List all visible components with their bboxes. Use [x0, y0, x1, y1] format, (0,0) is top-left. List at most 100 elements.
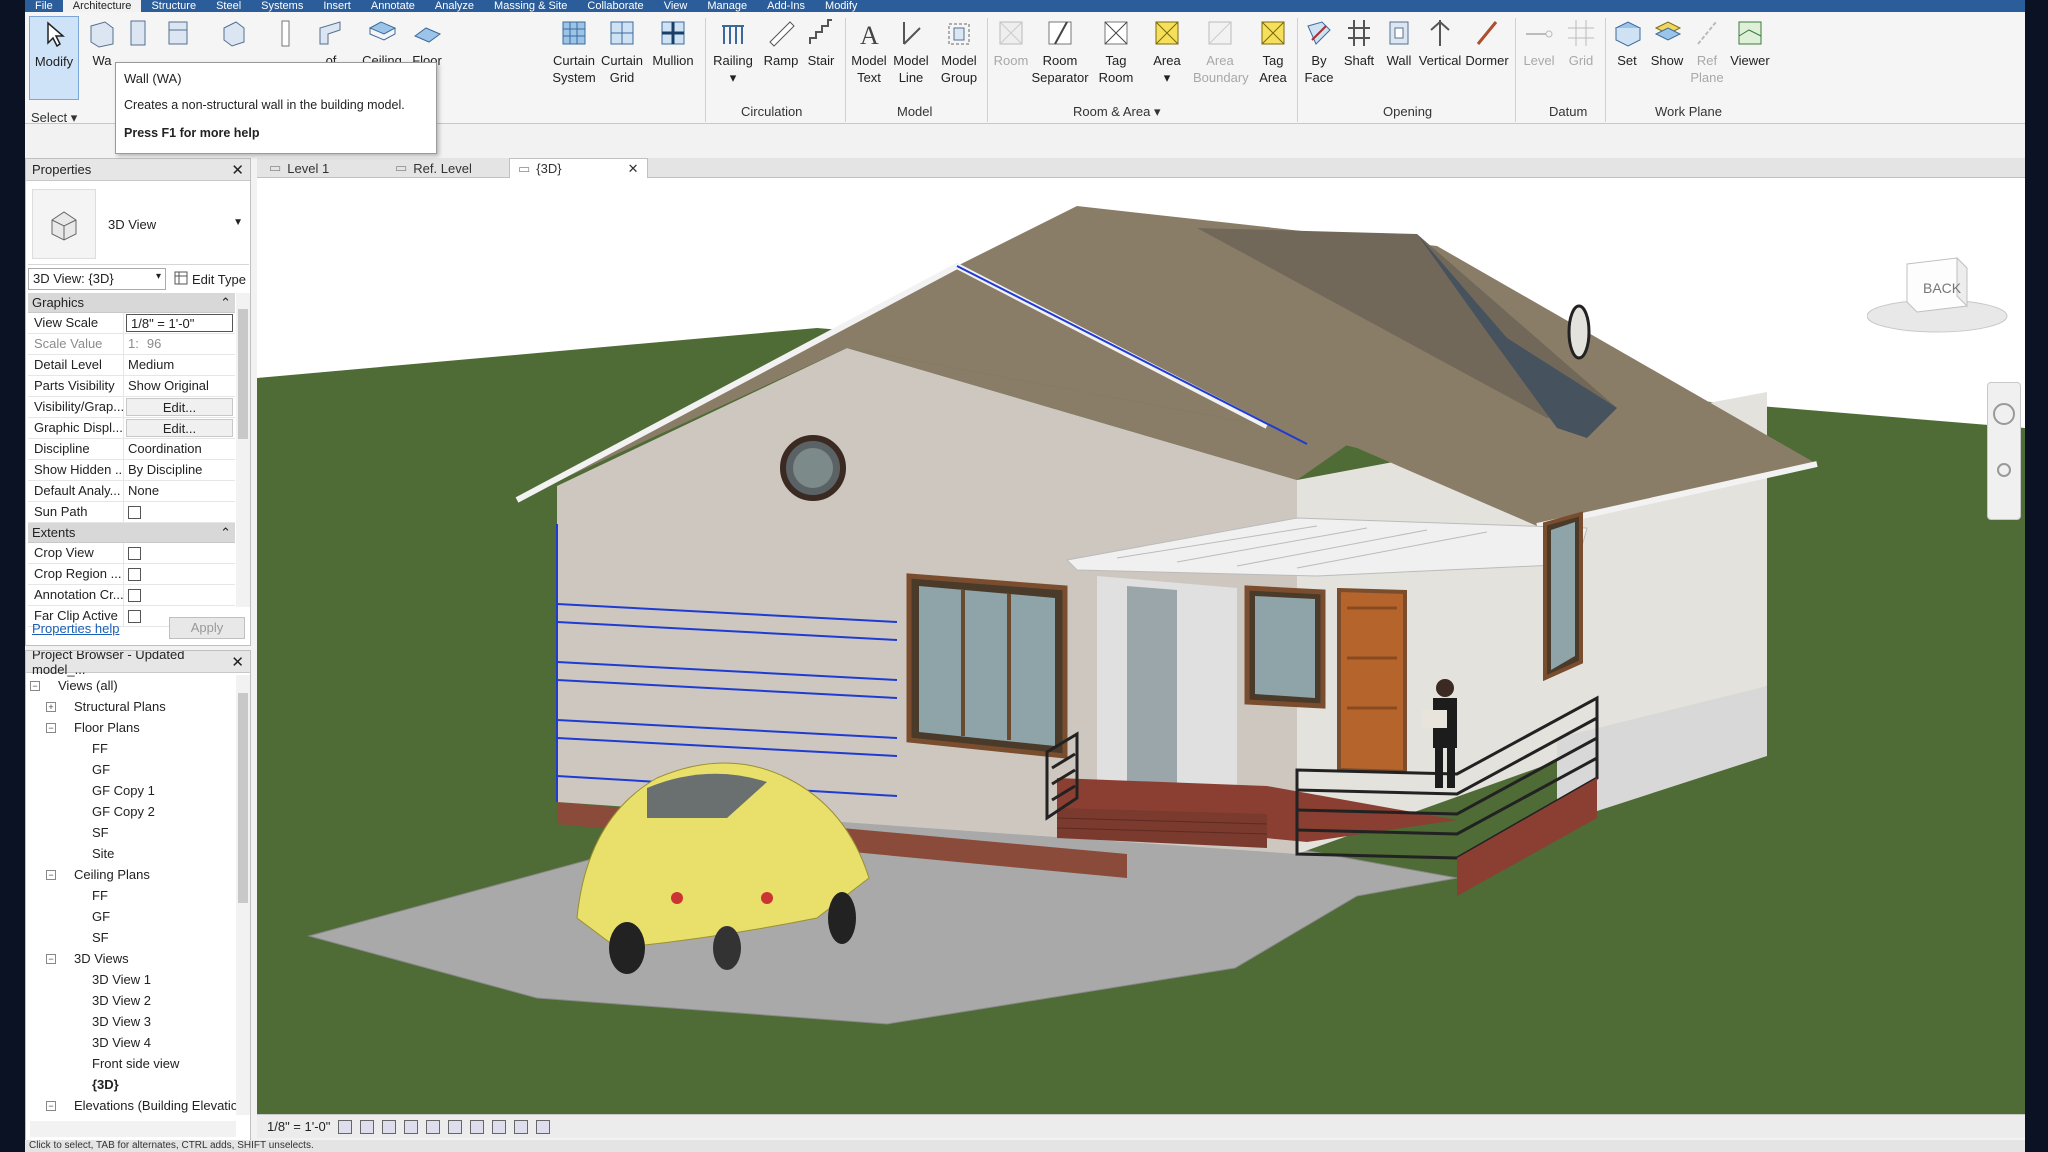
ribbon-tab-structure[interactable]: Structure: [141, 0, 206, 12]
reveal-hidden-icon[interactable]: [536, 1119, 551, 1134]
tag-area-button[interactable]: Tag Area: [1251, 16, 1295, 86]
curtain-grid-button[interactable]: Curtain Grid: [599, 16, 645, 86]
group-extents[interactable]: Extents ⌃: [28, 523, 235, 543]
browser-node[interactable]: GF: [30, 906, 236, 927]
room-area-panel-dropdown[interactable]: Room & Area ▾: [1073, 104, 1160, 120]
checkbox[interactable]: [128, 589, 141, 602]
room-button[interactable]: Room: [989, 16, 1033, 69]
stair-button[interactable]: Stair: [801, 16, 841, 69]
curtain-system-button[interactable]: Curtain System: [551, 16, 597, 86]
ribbon-tab-view[interactable]: View: [654, 0, 698, 12]
ribbon-tab-file[interactable]: File: [25, 0, 63, 12]
view-tab[interactable]: ▭ {3D} ✕: [509, 158, 648, 178]
close-icon[interactable]: ✕: [231, 653, 244, 671]
unlocked-view-icon[interactable]: [492, 1119, 507, 1134]
show-button[interactable]: Show: [1647, 16, 1687, 69]
navigation-bar[interactable]: [1987, 382, 2021, 520]
property-value[interactable]: None: [124, 481, 235, 501]
ribbon-tab-add-ins[interactable]: Add-Ins: [757, 0, 815, 12]
area-button[interactable]: Area ▾: [1145, 16, 1189, 86]
browser-node[interactable]: − Ceiling Plans: [30, 864, 236, 885]
sun-path-checkbox[interactable]: [128, 506, 141, 519]
ribbon-tab-steel[interactable]: Steel: [206, 0, 251, 12]
property-value[interactable]: Show Original: [124, 376, 235, 396]
wall-opening-button[interactable]: Wall: [1379, 16, 1419, 69]
browser-scrollbar[interactable]: [236, 675, 250, 1115]
room-separator-button[interactable]: Room Separator: [1031, 16, 1089, 86]
properties-scrollbar[interactable]: [236, 293, 250, 607]
browser-node[interactable]: SF: [30, 822, 236, 843]
by-face-button[interactable]: By Face: [1299, 16, 1339, 86]
ribbon-tab-insert[interactable]: Insert: [313, 0, 361, 12]
browser-node[interactable]: GF Copy 2: [30, 801, 236, 822]
render-icon[interactable]: [426, 1119, 441, 1134]
browser-node[interactable]: − 3D Views: [30, 948, 236, 969]
scroll-thumb[interactable]: [238, 309, 248, 439]
apply-button[interactable]: Apply: [169, 617, 245, 639]
ribbon-tab-collaborate[interactable]: Collaborate: [577, 0, 653, 12]
scroll-thumb[interactable]: [238, 693, 248, 903]
browser-node[interactable]: GF: [30, 759, 236, 780]
edit-button[interactable]: Edit...: [126, 419, 233, 437]
show-crop-icon[interactable]: [470, 1119, 485, 1134]
grid-button[interactable]: Grid: [1561, 16, 1601, 69]
ribbon-tab-systems[interactable]: Systems: [251, 0, 313, 12]
column-button[interactable]: [265, 16, 305, 52]
browser-node[interactable]: 3D View 4: [30, 1032, 236, 1053]
browser-node[interactable]: + Structural Plans: [30, 696, 236, 717]
sun-path-icon[interactable]: [382, 1119, 397, 1134]
3d-viewport[interactable]: [257, 178, 2025, 1114]
modify-button[interactable]: Modify: [29, 16, 79, 100]
browser-node[interactable]: FF: [30, 738, 236, 759]
browser-node[interactable]: FF: [30, 885, 236, 906]
collapse-icon[interactable]: −: [46, 870, 56, 880]
expand-icon[interactable]: +: [46, 702, 56, 712]
property-value[interactable]: By Discipline: [124, 460, 235, 480]
view-scale-button[interactable]: 1/8" = 1'-0": [267, 1119, 330, 1134]
set-button[interactable]: Set: [1607, 16, 1647, 69]
viewcube[interactable]: BACK: [1866, 250, 2017, 350]
ribbon-tab-manage[interactable]: Manage: [697, 0, 757, 12]
viewer-button[interactable]: Viewer: [1727, 16, 1773, 69]
ref-plane-button[interactable]: Ref Plane: [1687, 16, 1727, 86]
model-text-button[interactable]: A Model Text: [847, 16, 891, 86]
collapse-icon[interactable]: −: [30, 681, 40, 691]
ribbon-tab-massing-site[interactable]: Massing & Site: [484, 0, 577, 12]
door-button[interactable]: [121, 16, 155, 52]
property-value[interactable]: 1: 96: [124, 334, 235, 354]
shadows-icon[interactable]: [404, 1119, 419, 1134]
properties-help-link[interactable]: Properties help: [32, 621, 119, 636]
collapse-icon[interactable]: −: [46, 723, 56, 733]
window-button[interactable]: [161, 16, 195, 52]
browser-node[interactable]: − Elevations (Building Elevation: [30, 1095, 245, 1116]
close-icon[interactable]: ✕: [231, 161, 244, 179]
ribbon-tab-analyze[interactable]: Analyze: [425, 0, 484, 12]
close-icon[interactable]: ✕: [628, 161, 639, 177]
checkbox[interactable]: [128, 568, 141, 581]
railing-button[interactable]: Railing ▾: [709, 16, 757, 86]
browser-node[interactable]: 3D View 1: [30, 969, 236, 990]
property-value[interactable]: Coordination: [124, 439, 235, 459]
browser-node[interactable]: 3D View 2: [30, 990, 236, 1011]
ribbon-tab-architecture[interactable]: Architecture: [62, 0, 142, 12]
group-graphics[interactable]: Graphics ⌃: [28, 293, 235, 313]
browser-node[interactable]: GF Copy 1: [30, 780, 236, 801]
model-line-button[interactable]: Model Line: [889, 16, 933, 86]
browser-node[interactable]: Front side view: [30, 1053, 236, 1074]
mullion-button[interactable]: Mullion: [649, 16, 697, 69]
property-value[interactable]: 1/8" = 1'-0": [126, 314, 233, 332]
checkbox[interactable]: [128, 547, 141, 560]
property-value[interactable]: [124, 502, 235, 522]
area-boundary-button[interactable]: Area Boundary: [1193, 16, 1249, 86]
shaft-button[interactable]: Shaft: [1339, 16, 1379, 69]
dormer-button[interactable]: Dormer: [1463, 16, 1511, 69]
collapse-icon[interactable]: −: [46, 1101, 56, 1111]
browser-node[interactable]: Site: [30, 843, 236, 864]
browser-node[interactable]: − Floor Plans: [30, 717, 236, 738]
collapse-icon[interactable]: −: [46, 954, 56, 964]
edit-type-button[interactable]: Edit Type: [174, 271, 246, 288]
ribbon-tab-modify[interactable]: Modify: [815, 0, 867, 12]
view-tab[interactable]: ▭ Level 1: [261, 158, 337, 178]
browser-node[interactable]: SF: [30, 927, 236, 948]
tag-room-button[interactable]: Tag Room: [1093, 16, 1139, 86]
